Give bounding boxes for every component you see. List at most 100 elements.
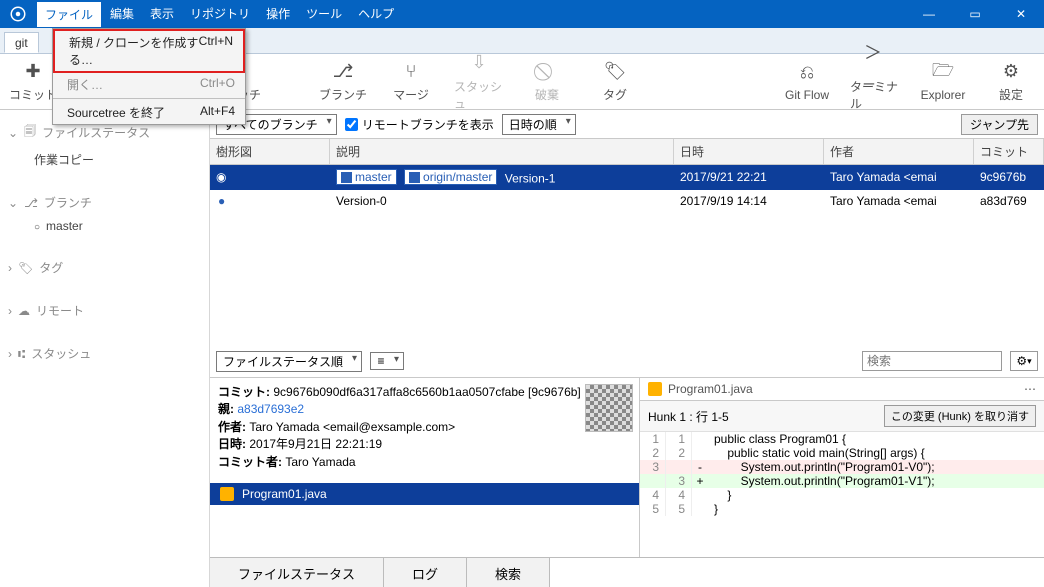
menu-label: 新規 / クローンを作成する… — [69, 34, 199, 68]
detail-panes: コミット: 9c9676b090df6a317affa8c6560b1aa050… — [210, 377, 1044, 557]
tb-stash[interactable]: ⇩スタッシュ — [454, 52, 504, 112]
commit-detail: コミット: 9c9676b090df6a317affa8c6560b1aa050… — [210, 378, 640, 557]
terminal-icon: ＞_ — [864, 52, 886, 74]
menu-accel: Ctrl+O — [200, 76, 235, 93]
tb-settings[interactable]: ⚙設定 — [986, 60, 1036, 103]
chevron-right-icon: › — [8, 304, 12, 318]
window-close[interactable]: ✕ — [998, 0, 1044, 28]
commit-row[interactable]: ● Version-0 2017/9/19 14:14 Taro Yamada … — [210, 190, 1044, 212]
modified-icon — [220, 487, 234, 501]
list-view-toggle[interactable]: ≡ — [370, 352, 404, 370]
chevron-right-icon: › — [8, 261, 12, 275]
revert-hunk-button[interactable]: この変更 (Hunk) を取り消す — [884, 405, 1036, 427]
filestatus-icon: 🗐 — [24, 122, 36, 143]
menu-tools[interactable]: ツール — [298, 1, 350, 28]
side-working-copy[interactable]: 作業コピー — [6, 147, 203, 172]
tb-commit[interactable]: ✚コミット — [8, 60, 58, 103]
menu-accel: Ctrl+N — [199, 34, 233, 68]
diff-more[interactable]: ⋯ — [1024, 382, 1036, 396]
merge-icon: ⑂ — [400, 60, 422, 82]
side-branches[interactable]: ⌄⎇ブランチ — [6, 190, 203, 215]
branch-icon: ⎇ — [332, 60, 354, 82]
sidebar: ⌄🗐ファイルステータス 作業コピー ⌄⎇ブランチ master ›🏷タグ ›☁リ… — [0, 110, 210, 587]
tb-gitflow[interactable]: ⎌Git Flow — [782, 62, 832, 102]
file-menu-new-clone[interactable]: 新規 / クローンを作成する… Ctrl+N — [53, 29, 245, 73]
branch-badge: origin/master — [404, 169, 497, 185]
tb-tag[interactable]: 🏷タグ — [590, 60, 640, 103]
diff-pane: Program01.java ⋯ Hunk 1 : 行 1-5 この変更 (Hu… — [640, 378, 1044, 557]
tb-branch[interactable]: ⎇ブランチ — [318, 60, 368, 103]
col-date[interactable]: 日時 — [674, 139, 824, 164]
btab-search[interactable]: 検索 — [467, 558, 550, 587]
commit-row[interactable]: ◉ master origin/master Version-1 2017/9/… — [210, 165, 1044, 190]
commit-grid-header: 樹形図 説明 日時 作者 コミット — [210, 138, 1044, 165]
modified-icon — [648, 382, 662, 396]
side-stashes[interactable]: ›⑆スタッシュ — [6, 341, 203, 366]
file-dropdown: 新規 / クローンを作成する… Ctrl+N 開く… Ctrl+O Source… — [52, 28, 246, 125]
commit-author: Taro Yamada <emai — [824, 168, 974, 186]
btab-filestatus[interactable]: ファイルステータス — [210, 558, 384, 587]
tb-discard[interactable]: ⃠破棄 — [522, 60, 572, 103]
parent-link[interactable]: a83d7693e2 — [237, 402, 304, 416]
btab-log[interactable]: ログ — [384, 558, 467, 587]
gear-icon: ⚙ — [1016, 354, 1027, 368]
menu-edit[interactable]: 編集 — [102, 1, 142, 28]
chevron-down-icon: ⌄ — [8, 196, 18, 210]
window-maximize[interactable]: ▭ — [952, 0, 998, 28]
chevron-right-icon: › — [8, 347, 12, 361]
branch-badge: master — [336, 169, 397, 185]
side-branch-master[interactable]: master — [6, 215, 203, 237]
tb-explorer[interactable]: 🗁Explorer — [918, 62, 968, 102]
col-auth[interactable]: 作者 — [824, 139, 974, 164]
col-desc[interactable]: 説明 — [330, 139, 674, 164]
tb-merge[interactable]: ⑂マージ — [386, 60, 436, 103]
menu-file[interactable]: ファイル — [36, 1, 102, 28]
stash-icon: ⇩ — [468, 52, 490, 74]
options-gear[interactable]: ⚙▾ — [1010, 351, 1038, 371]
file-menu-open[interactable]: 開く… Ctrl+O — [53, 73, 245, 96]
menu-label: Sourcetree を終了 — [67, 104, 165, 121]
diff-code[interactable]: 11public class Program01 {22 public stat… — [640, 432, 1044, 557]
jump-button[interactable]: ジャンプ先 — [961, 114, 1038, 135]
window-minimize[interactable]: — — [906, 0, 952, 28]
menu-label: 開く… — [67, 76, 103, 93]
commit-hash: 9c9676b — [974, 168, 1044, 186]
col-hash[interactable]: コミット — [974, 139, 1044, 164]
file-menu-exit[interactable]: Sourcetree を終了 Alt+F4 — [53, 101, 245, 124]
sort-combo[interactable]: 日時の順 — [502, 114, 576, 135]
filter-row: すべてのブランチ リモートブランチを表示 日時の順 ジャンプ先 — [210, 110, 1044, 138]
changed-file[interactable]: Program01.java — [210, 483, 639, 505]
stash-icon: ⑆ — [18, 347, 25, 361]
file-name: Program01.java — [242, 487, 327, 501]
main: すべてのブランチ リモートブランチを表示 日時の順 ジャンプ先 樹形図 説明 日… — [210, 110, 1044, 587]
commit-date: 2017/9/21 22:21 — [674, 168, 824, 186]
app-icon — [6, 2, 30, 26]
filestatus-order-combo[interactable]: ファイルステータス順 — [216, 351, 362, 372]
mid-options: ファイルステータス順 ≡ ⚙▾ — [210, 345, 1044, 377]
commit-date: 2017/9/19 14:14 — [674, 192, 824, 210]
menu-action[interactable]: 操作 — [258, 1, 298, 28]
commit-icon: ✚ — [22, 60, 44, 82]
diff-title: Program01.java — [668, 382, 753, 396]
menu-repo[interactable]: リポジトリ — [182, 1, 258, 28]
side-remotes[interactable]: ›☁リモート — [6, 298, 203, 323]
branch-icon: ⎇ — [24, 196, 38, 210]
remote-branch-check[interactable]: リモートブランチを表示 — [345, 116, 494, 133]
col-graph[interactable]: 樹形図 — [210, 139, 330, 164]
repo-tab[interactable]: git — [4, 32, 39, 53]
menubar: ファイル 編集 表示 リポジトリ 操作 ツール ヘルプ — [36, 1, 402, 28]
commit-desc: Version-1 — [505, 172, 556, 186]
avatar — [585, 384, 633, 432]
tb-terminal[interactable]: ＞_ターミナル — [850, 52, 900, 112]
commit-desc: Version-0 — [336, 194, 387, 208]
menu-help[interactable]: ヘルプ — [350, 1, 402, 28]
menu-view[interactable]: 表示 — [142, 1, 182, 28]
commit-hash: a83d769 — [974, 192, 1044, 210]
search-input[interactable] — [862, 351, 1002, 371]
explorer-icon: 🗁 — [932, 62, 954, 84]
side-tags[interactable]: ›🏷タグ — [6, 255, 203, 280]
commit-author: Taro Yamada <emai — [824, 192, 974, 210]
gitflow-icon: ⎌ — [796, 62, 818, 84]
titlebar: ファイル 編集 表示 リポジトリ 操作 ツール ヘルプ — ▭ ✕ — [0, 0, 1044, 28]
tag-icon: 🏷 — [18, 261, 33, 275]
